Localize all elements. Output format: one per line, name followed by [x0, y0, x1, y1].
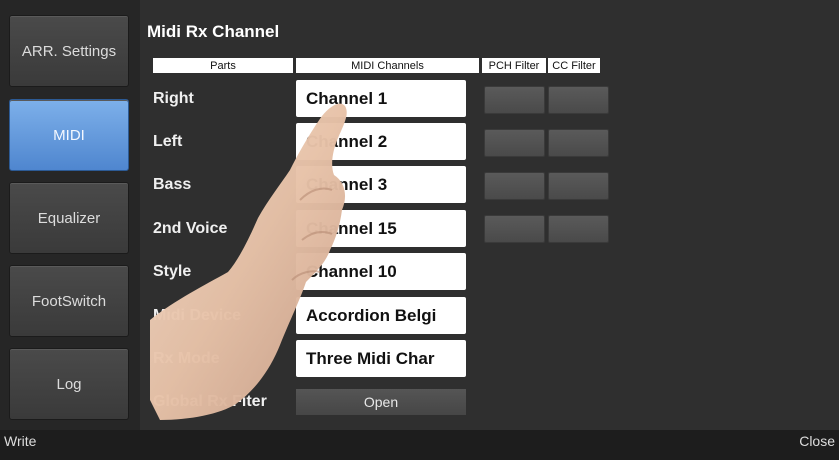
- header-cc-filter: CC Filter: [548, 58, 600, 73]
- pch-filter-bass[interactable]: [484, 172, 545, 200]
- midi-device-select[interactable]: Accordion Belgi: [296, 297, 466, 334]
- sidebar-item-equalizer[interactable]: Equalizer: [9, 182, 129, 254]
- sidebar-item-midi[interactable]: MIDI: [9, 99, 129, 171]
- rx-mode-select[interactable]: Three Midi Char: [296, 340, 466, 377]
- header-pch-filter: PCH Filter: [482, 58, 546, 73]
- cc-filter-right[interactable]: [548, 86, 609, 114]
- row-label-rx-mode: Rx Mode: [153, 350, 220, 367]
- global-rx-open-button[interactable]: Open: [296, 389, 466, 415]
- row-label-right: Right: [153, 90, 194, 107]
- page-title: Midi Rx Channel: [147, 22, 280, 41]
- pch-filter-2nd-voice[interactable]: [484, 215, 545, 243]
- channel-select-2nd-voice[interactable]: Channel 15: [296, 210, 466, 247]
- row-label-2nd-voice: 2nd Voice: [153, 220, 228, 237]
- sidebar: ARR. Settings MIDI Equalizer FootSwitch …: [0, 0, 140, 430]
- pch-filter-right[interactable]: [484, 86, 545, 114]
- channel-select-right[interactable]: Channel 1: [296, 80, 466, 117]
- cc-filter-left[interactable]: [548, 129, 609, 157]
- channel-select-left[interactable]: Channel 2: [296, 123, 466, 160]
- cc-filter-2nd-voice[interactable]: [548, 215, 609, 243]
- header-parts: Parts: [153, 58, 293, 73]
- channel-select-style[interactable]: Channel 10: [296, 253, 466, 290]
- close-button[interactable]: Close: [799, 433, 835, 449]
- row-label-style: Style: [153, 263, 192, 280]
- row-label-midi-device: Midi Device: [153, 307, 242, 324]
- sidebar-item-arr-settings[interactable]: ARR. Settings: [9, 15, 129, 87]
- row-label-global-rx: Global Rx Fiter: [153, 393, 267, 410]
- bottom-bar: [0, 430, 839, 460]
- sidebar-item-log[interactable]: Log: [9, 348, 129, 420]
- sidebar-item-footswitch[interactable]: FootSwitch: [9, 265, 129, 337]
- pch-filter-left[interactable]: [484, 129, 545, 157]
- header-midi-channels: MIDI Channels: [296, 58, 479, 73]
- row-label-bass: Bass: [153, 176, 192, 193]
- row-label-left: Left: [153, 133, 183, 150]
- write-button[interactable]: Write: [4, 433, 36, 449]
- channel-select-bass[interactable]: Channel 3: [296, 166, 466, 203]
- cc-filter-bass[interactable]: [548, 172, 609, 200]
